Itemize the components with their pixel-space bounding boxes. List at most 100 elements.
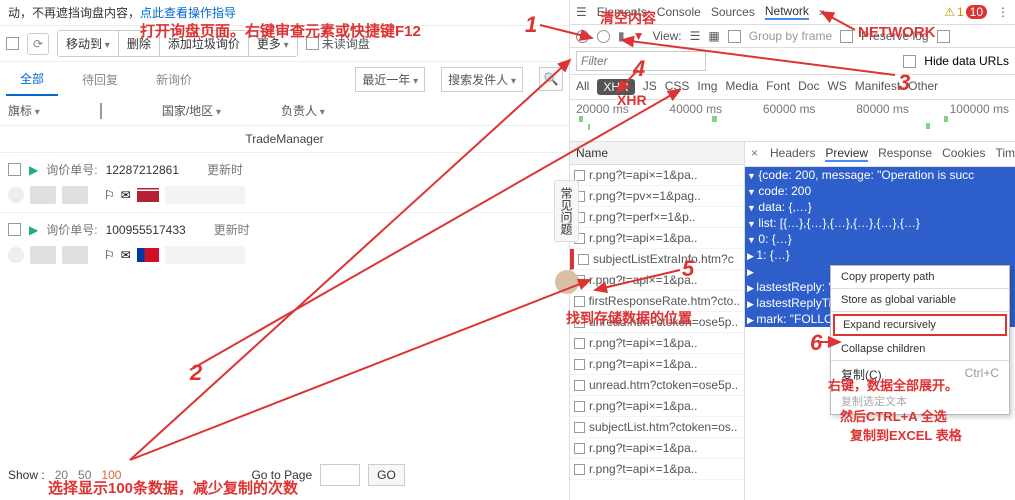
hide-data-urls-label: Hide data URLs bbox=[924, 54, 1009, 68]
preserve-checkbox[interactable] bbox=[840, 30, 853, 43]
name-column-header[interactable]: Name bbox=[570, 142, 744, 165]
avatar[interactable] bbox=[555, 270, 579, 294]
ctx-collapse[interactable]: Collapse children bbox=[831, 338, 1009, 360]
record-button[interactable] bbox=[576, 30, 589, 43]
unread-checkbox[interactable] bbox=[306, 37, 319, 50]
network-request-row[interactable]: r.png?t=api×=1&pa.. bbox=[570, 459, 744, 480]
recent-select[interactable]: 最近一年 bbox=[355, 67, 425, 92]
type-xhr[interactable]: XHR bbox=[597, 79, 634, 95]
network-request-row[interactable]: r.png?t=perf×=1&p.. bbox=[570, 207, 744, 228]
preview-tab-preview[interactable]: Preview bbox=[825, 146, 868, 162]
network-request-row[interactable]: firstResponseRate.htm?cto.. bbox=[570, 291, 744, 312]
type-js[interactable]: JS bbox=[643, 79, 657, 95]
owner-filter[interactable]: 负责人 bbox=[281, 102, 325, 119]
type-media[interactable]: Media bbox=[725, 79, 758, 95]
delete-button[interactable]: 删除 bbox=[119, 31, 160, 56]
network-request-row[interactable]: r.png?t=api×=1&pa.. bbox=[570, 438, 744, 459]
filter-icon[interactable]: ▼ bbox=[633, 29, 645, 43]
network-request-row[interactable]: r.png?t=api×=1&pa.. bbox=[570, 354, 744, 375]
type-doc[interactable]: Doc bbox=[798, 79, 819, 95]
tab-reply[interactable]: 待回复 bbox=[68, 64, 132, 95]
ctx-copy-selected: 复制选定文本 bbox=[831, 388, 1009, 414]
filter-input[interactable] bbox=[576, 51, 706, 71]
timeline[interactable]: 20000 ms 40000 ms 60000 ms 80000 ms 1000… bbox=[570, 100, 1015, 142]
search-button[interactable]: 🔍 bbox=[539, 67, 563, 91]
preview-tab-cookies[interactable]: Cookies bbox=[942, 146, 985, 162]
network-request-row[interactable]: subjectListExtraInfo.htm?c bbox=[570, 249, 744, 270]
tabs-overflow-icon[interactable]: » bbox=[819, 5, 826, 19]
spam-button[interactable]: 添加垃圾询价 bbox=[160, 31, 249, 56]
ctx-expand-recursively[interactable]: Expand recursively bbox=[833, 314, 1007, 336]
filter-checkbox[interactable] bbox=[100, 103, 102, 119]
type-manifest[interactable]: Manifest bbox=[855, 79, 900, 95]
flag-icon bbox=[137, 248, 159, 262]
warn-count: 1 bbox=[957, 5, 964, 19]
flag-filter[interactable]: 旗标 bbox=[8, 102, 40, 119]
network-request-row[interactable]: r.png?t=api×=1&pa.. bbox=[570, 165, 744, 186]
tab-console[interactable]: Console bbox=[657, 5, 701, 19]
inquiry-label: 询价单号: bbox=[46, 221, 97, 238]
go-button[interactable]: GO bbox=[368, 464, 405, 486]
tab-newprice[interactable]: 新询价 bbox=[142, 64, 206, 95]
view-list-icon[interactable]: ☰ bbox=[690, 29, 701, 43]
ctx-copy[interactable]: 复制(C)Ctrl+C bbox=[831, 361, 1009, 388]
tab-network[interactable]: Network bbox=[765, 4, 809, 20]
devtools-menu-icon[interactable]: ☰ bbox=[576, 5, 587, 19]
move-to-button[interactable]: 移动到 bbox=[58, 31, 119, 56]
preview-tab-response[interactable]: Response bbox=[878, 146, 932, 162]
clear-button[interactable] bbox=[597, 30, 610, 43]
page-size-20[interactable]: 20 bbox=[55, 468, 68, 482]
ctx-copy-path[interactable]: Copy property path bbox=[831, 266, 1009, 288]
context-menu: Copy property path Store as global varia… bbox=[830, 265, 1010, 415]
view-label: View: bbox=[653, 29, 682, 43]
network-request-row[interactable]: subjectList.htm?ctoken=os.. bbox=[570, 417, 744, 438]
country-filter[interactable]: 国家/地区 bbox=[162, 102, 221, 119]
network-request-row[interactable]: r.png?t=pv×=1&pag.. bbox=[570, 186, 744, 207]
page-size-50[interactable]: 50 bbox=[78, 468, 91, 482]
type-all[interactable]: All bbox=[576, 79, 589, 95]
inquiry-row[interactable]: ▶ 询价单号: 100955517433 更新时 ⚐✉ bbox=[0, 212, 569, 272]
goto-input[interactable] bbox=[320, 464, 360, 486]
devtools-settings-icon[interactable]: ⋮ bbox=[997, 5, 1009, 19]
tab-elements[interactable]: Elements bbox=[597, 5, 647, 19]
network-request-row[interactable]: r.png?t=api×=1&pa.. bbox=[570, 228, 744, 249]
refresh-button[interactable]: ⟳ bbox=[27, 33, 49, 55]
row-checkbox[interactable] bbox=[8, 163, 21, 176]
preview-tab-headers[interactable]: Headers bbox=[770, 146, 815, 162]
view-frame-icon[interactable]: ▦ bbox=[708, 29, 719, 43]
type-ws[interactable]: WS bbox=[827, 79, 846, 95]
more-button[interactable]: 更多 bbox=[249, 31, 297, 56]
hide-data-urls-checkbox[interactable] bbox=[903, 55, 916, 68]
select-all-checkbox[interactable] bbox=[6, 37, 19, 50]
preview-tab-timing[interactable]: Timing bbox=[995, 146, 1015, 162]
row-checkbox[interactable] bbox=[8, 223, 21, 236]
trademanager-label: TradeManager bbox=[0, 126, 569, 152]
inquiry-row[interactable]: ▶ 询价单号: 12287212861 更新时 ⚐✉ bbox=[0, 152, 569, 212]
network-request-row[interactable]: r.png?t=api×=1&pa.. bbox=[570, 396, 744, 417]
network-request-row[interactable]: r.png?t=api×=1&pa.. bbox=[570, 270, 744, 291]
update-time: 更新时 bbox=[207, 161, 243, 178]
search-sender[interactable]: 搜索发件人 bbox=[441, 67, 523, 92]
type-css[interactable]: CSS bbox=[665, 79, 690, 95]
ctx-store-var[interactable]: Store as global variable bbox=[831, 289, 1009, 311]
unread-label: 未读询盘 bbox=[322, 35, 370, 52]
guide-link[interactable]: 点此查看操作指导 bbox=[140, 6, 236, 20]
network-request-row[interactable]: unread.htm?ctoken=ose5p.. bbox=[570, 312, 744, 333]
group-label: Group by frame bbox=[749, 29, 832, 43]
inquiry-id: 100955517433 bbox=[106, 223, 186, 237]
tab-sources[interactable]: Sources bbox=[711, 5, 755, 19]
flag-icon bbox=[137, 188, 159, 202]
type-other[interactable]: Other bbox=[908, 79, 938, 95]
group-checkbox[interactable] bbox=[728, 30, 741, 43]
type-img[interactable]: Img bbox=[697, 79, 717, 95]
close-preview-icon[interactable]: × bbox=[751, 146, 758, 162]
extra-checkbox[interactable] bbox=[937, 30, 950, 43]
show-label: Show : bbox=[8, 468, 45, 482]
type-font[interactable]: Font bbox=[766, 79, 790, 95]
inquiry-id: 12287212861 bbox=[106, 163, 179, 177]
network-request-row[interactable]: r.png?t=api×=1&pa.. bbox=[570, 333, 744, 354]
tab-all[interactable]: 全部 bbox=[6, 63, 58, 96]
page-size-100[interactable]: 100 bbox=[101, 468, 121, 482]
network-request-row[interactable]: unread.htm?ctoken=ose5p.. bbox=[570, 375, 744, 396]
faq-sidebar-tab[interactable]: 常见问题 bbox=[554, 180, 579, 242]
